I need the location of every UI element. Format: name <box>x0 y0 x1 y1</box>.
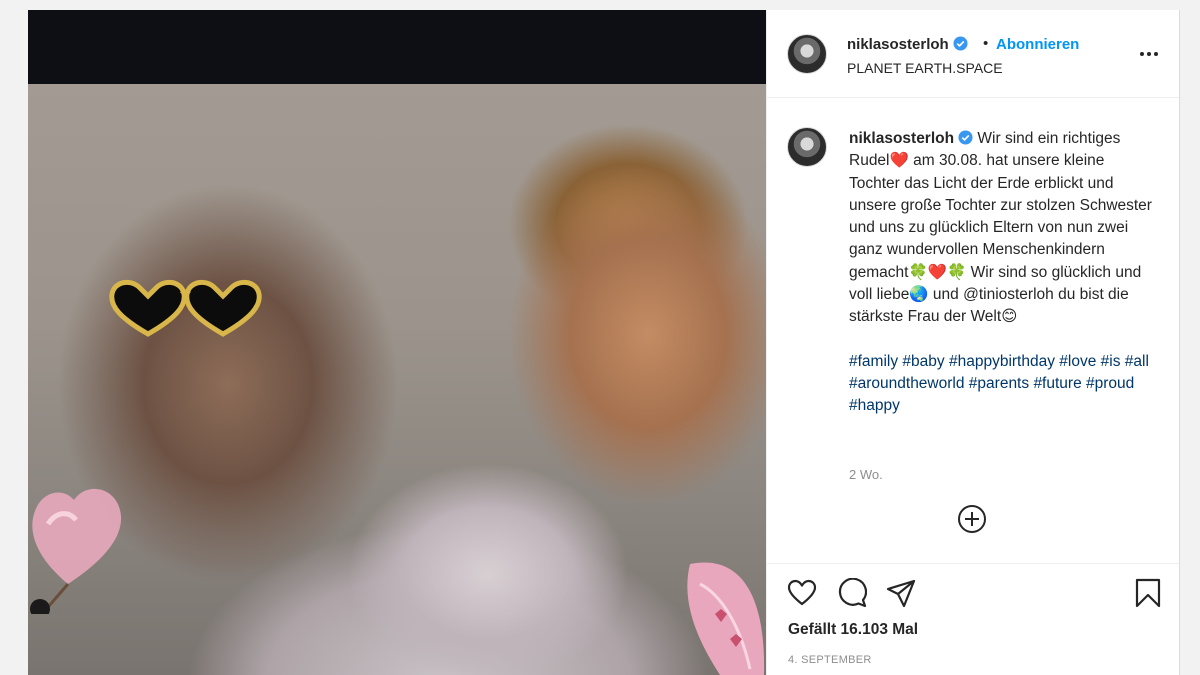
hashtag-link[interactable]: #happy <box>849 397 900 414</box>
username-text[interactable]: niklasosterloh <box>847 36 949 53</box>
comment-icon[interactable] <box>837 578 867 608</box>
hashtag-list: #family #baby #happybirthday #love #is #… <box>849 351 1159 418</box>
username-link[interactable]: niklasosterloh <box>847 36 968 53</box>
avatar[interactable] <box>787 34 827 74</box>
post-header: niklasosterloh • Abonnieren PLANET EARTH… <box>767 10 1179 98</box>
verified-badge-icon <box>953 36 968 51</box>
post-image <box>28 84 766 675</box>
heart-sunglasses-sticker <box>109 279 262 337</box>
hashtag-link[interactable]: #family <box>849 353 898 370</box>
caption-timestamp[interactable]: 2 Wo. <box>849 467 883 482</box>
hashtag-link[interactable]: #aroundtheworld <box>849 375 964 392</box>
more-options-icon[interactable] <box>1137 44 1161 64</box>
heart-icon[interactable] <box>787 578 817 608</box>
follow-button[interactable]: Abonnieren <box>996 36 1079 53</box>
post-photo[interactable] <box>28 10 766 675</box>
plus-circle-icon[interactable] <box>957 504 987 534</box>
post-sidebar: niklasosterloh • Abonnieren PLANET EARTH… <box>766 10 1180 675</box>
post-actions: Gefällt 16.103 Mal 4. SEPTEMBER <box>767 563 1179 675</box>
hashtag-link[interactable]: #love <box>1059 353 1096 370</box>
separator-dot: • <box>983 35 989 52</box>
likes-count[interactable]: Gefällt 16.103 Mal <box>788 621 918 639</box>
post-date[interactable]: 4. SEPTEMBER <box>788 654 872 666</box>
bookmark-icon[interactable] <box>1133 578 1163 608</box>
hashtag-link[interactable]: #baby <box>902 353 944 370</box>
hashtag-link[interactable]: #future <box>1033 375 1081 392</box>
caption-avatar[interactable] <box>787 127 827 167</box>
verified-badge-icon <box>958 130 973 145</box>
caption-username[interactable]: niklasosterloh <box>849 130 954 147</box>
caption-text: Wir sind ein richtiges Rudel❤️ am 30.08.… <box>849 130 1152 326</box>
location-link[interactable]: PLANET EARTH.SPACE <box>847 60 1003 76</box>
hashtag-link[interactable]: #is <box>1101 353 1121 370</box>
hashtag-link[interactable]: #parents <box>969 375 1029 392</box>
hashtag-link[interactable]: #all <box>1125 353 1149 370</box>
caption: niklasosterloh Wir sind ein richtiges Ru… <box>849 128 1159 418</box>
feather-heart-sticker <box>687 562 765 675</box>
hashtag-link[interactable]: #proud <box>1086 375 1134 392</box>
hashtag-link[interactable]: #happybirthday <box>949 353 1055 370</box>
comments-section: niklasosterloh Wir sind ein richtiges Ru… <box>767 98 1179 563</box>
share-icon[interactable] <box>886 578 916 608</box>
lollipop-heart-sticker <box>30 488 122 614</box>
